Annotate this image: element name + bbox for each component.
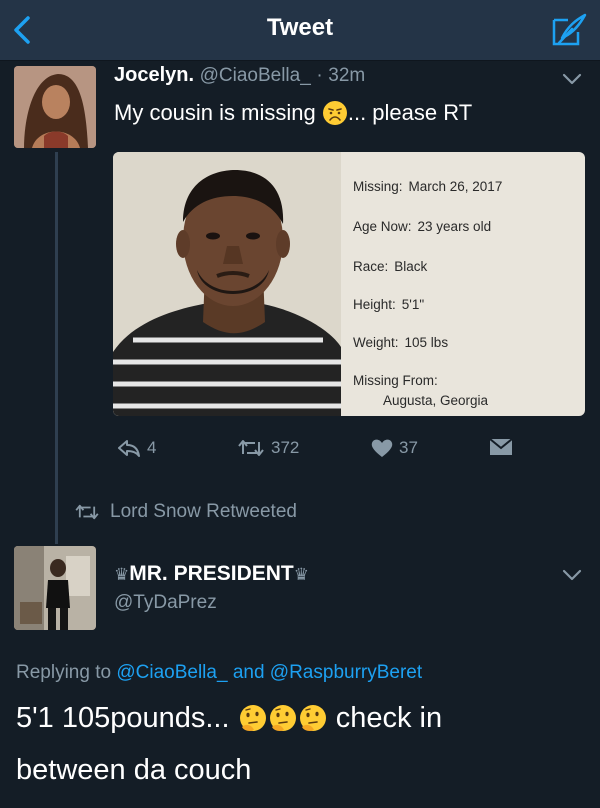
thinking-face-icon: [299, 705, 326, 731]
time-separator: ·: [316, 65, 323, 86]
author-name[interactable]: Jocelyn.: [114, 64, 194, 86]
race-value: Black: [394, 259, 428, 274]
age-label: Age Now:: [353, 219, 412, 234]
height-label: Height:: [353, 297, 396, 312]
person-photo: [113, 152, 341, 416]
reply-icon: [118, 440, 140, 457]
thread-line: [55, 152, 58, 544]
replying-to-line: Replying to @CiaoBella_ and @RaspburryBe…: [16, 662, 422, 684]
tweet-media-image[interactable]: Missing: March 26, 2017 Age Now: 23 years …: [113, 152, 585, 416]
tweet-text-part1: My cousin is missing: [114, 100, 316, 125]
replying-to-user-link[interactable]: @RaspburryBeret: [270, 662, 422, 683]
weight-value: 105 lbs: [404, 335, 449, 350]
missing-from-label: Missing From:: [353, 373, 438, 388]
replying-to-user-link[interactable]: @CiaoBella_: [116, 662, 227, 683]
page-title: Tweet: [266, 14, 334, 41]
reply-author-handle[interactable]: @TyDaPrez: [114, 592, 217, 613]
like-count: 37: [399, 438, 418, 457]
direct-message-button[interactable]: [489, 438, 513, 456]
reply-author-name-text: MR. PRESIDENT: [129, 562, 294, 585]
avatar[interactable]: [14, 546, 96, 630]
height-value: 5'1": [401, 297, 425, 312]
compose-tweet-icon[interactable]: [550, 12, 588, 48]
disappointed-face-icon: [322, 101, 347, 125]
thinking-face-icon: [239, 705, 266, 731]
avatar-image: [14, 546, 96, 630]
avatar-image: [14, 66, 96, 148]
tweet-actions: 4 372 37: [113, 438, 585, 468]
reply-count: 4: [147, 438, 157, 457]
envelope-icon: [489, 438, 513, 455]
replying-to-and: and: [232, 662, 265, 683]
race-label: Race:: [353, 259, 389, 274]
tweet-time: 32m: [328, 65, 366, 86]
author-handle[interactable]: @CiaoBella_: [200, 65, 311, 86]
tweet-text: My cousin is missing ... please RT: [114, 100, 472, 126]
reply-text-part1: 5'1 105pounds...: [16, 702, 230, 734]
heart-icon: [371, 439, 393, 457]
age-value: 23 years old: [417, 219, 492, 234]
tweet-text-part2: ... please RT: [347, 100, 473, 125]
tweet-header: Jocelyn. @CiaoBella_ · 32m: [114, 64, 365, 87]
weight-label: Weight:: [353, 335, 399, 350]
retweet-button[interactable]: 372: [237, 438, 299, 458]
retweet-icon: [75, 504, 99, 520]
reply-author-name[interactable]: ♛MR. PRESIDENT♛: [114, 562, 309, 585]
replying-to-label: Replying to: [16, 662, 112, 683]
reply-button[interactable]: 4: [117, 438, 156, 458]
chevron-down-icon[interactable]: [562, 72, 582, 86]
missing-from-value: Augusta, Georgia: [383, 393, 489, 408]
retweeted-by-text[interactable]: Lord Snow Retweeted: [110, 501, 297, 523]
reply-text-part2: check in: [335, 702, 443, 734]
avatar[interactable]: [14, 66, 96, 148]
reply-text-line1: 5'1 105pounds... check in: [16, 702, 442, 735]
missing-label: Missing:: [353, 179, 403, 194]
reply-text-line2: between da couch: [16, 754, 252, 786]
top-bar: Tweet: [0, 0, 600, 61]
retweet-count: 372: [271, 438, 300, 457]
chevron-down-icon[interactable]: [562, 568, 582, 582]
retweet-icon: [238, 440, 264, 456]
reply-handle-row: @TyDaPrez: [114, 591, 217, 614]
like-button[interactable]: 37: [371, 438, 418, 458]
crown-icon: ♛: [293, 565, 310, 584]
missing-date: March 26, 2017: [408, 179, 503, 194]
thinking-face-icon: [269, 705, 296, 731]
retweeted-notice: Lord Snow Retweeted: [74, 501, 297, 523]
reply-tweet-header: ♛MR. PRESIDENT♛: [114, 562, 309, 586]
crown-icon: ♛: [114, 565, 130, 584]
